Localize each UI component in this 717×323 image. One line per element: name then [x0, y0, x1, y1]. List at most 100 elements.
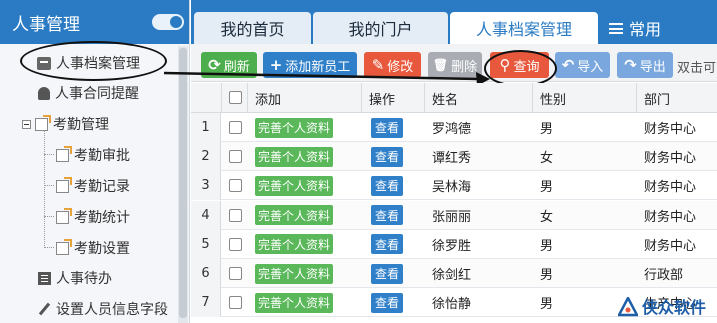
- sidebar-scrollbar-thumb[interactable]: [179, 48, 187, 318]
- complete-profile-button[interactable]: 完善个人资料: [255, 175, 334, 196]
- tab-favorites[interactable]: 常用: [609, 12, 709, 44]
- complete-profile-button[interactable]: 完善个人资料: [255, 146, 334, 167]
- column-divider: [424, 83, 425, 113]
- collapse-icon[interactable]: [22, 119, 31, 129]
- sidebar-item-label: 考勤记录: [74, 179, 130, 195]
- row-checkbox[interactable]: [229, 267, 242, 280]
- cell-name: 徐罗胜: [432, 238, 472, 254]
- column-header-action[interactable]: 操作: [369, 83, 395, 113]
- sidebar-item-label: 人事待办: [56, 271, 112, 287]
- tab-home[interactable]: 我的首页: [194, 12, 311, 44]
- export-button[interactable]: ↷ 导出: [617, 52, 673, 78]
- sidebar-item-contract-reminder[interactable]: 人事合同提醒: [38, 81, 139, 105]
- row-checkbox[interactable]: [229, 121, 242, 134]
- cell-gender: 男: [540, 297, 554, 313]
- button-label: 导出: [639, 59, 666, 75]
- bell-icon: [38, 86, 50, 100]
- table-row[interactable]: 1 完善个人资料 查看 罗鸿德 男 财务中心: [191, 113, 717, 142]
- row-checkbox[interactable]: [229, 208, 242, 222]
- doc-icon: [56, 145, 72, 162]
- cell-dept: 财务中心: [644, 209, 697, 225]
- tab-label: 人事档案管理: [475, 20, 572, 39]
- tab-personnel-archive[interactable]: 人事档案管理: [450, 12, 598, 44]
- cell-name: 徐剑红: [432, 268, 472, 283]
- tree-connector: [44, 130, 45, 248]
- button-label: 导入: [577, 59, 604, 75]
- sidebar-item-attendance-stats[interactable]: 考勤统计: [56, 205, 130, 229]
- complete-profile-button[interactable]: 完善个人资料: [255, 234, 334, 255]
- cell-gender: 男: [540, 238, 554, 254]
- row-number: 3: [191, 171, 221, 201]
- column-divider: [247, 83, 248, 113]
- row-checkbox[interactable]: [229, 179, 242, 193]
- tree-connector: [44, 185, 54, 186]
- cell-gender: 男: [540, 122, 554, 137]
- doc-icon: [56, 207, 72, 224]
- cell-dept: 财务中心: [644, 238, 697, 254]
- cell-dept: 行政部: [644, 268, 684, 283]
- view-button[interactable]: 查看: [371, 146, 404, 167]
- tab-bar: 我的首页 我的门户 人事档案管理 常用: [191, 0, 717, 44]
- import-icon: ↶: [561, 56, 575, 74]
- column-divider: [636, 83, 637, 113]
- cell-name: 吴林海: [432, 180, 472, 196]
- sidebar-item-hr-todo[interactable]: 人事待办: [38, 266, 112, 290]
- watermark: 侠众软件: [616, 294, 706, 318]
- cell-dept: 财务中心: [644, 180, 697, 196]
- view-button[interactable]: 查看: [371, 175, 404, 196]
- sidebar-item-info-fields[interactable]: 设置人员信息字段: [38, 297, 168, 321]
- complete-profile-button[interactable]: 完善个人资料: [255, 205, 334, 226]
- tree-connector: [44, 216, 54, 217]
- select-all-checkbox[interactable]: [229, 91, 242, 104]
- table-row[interactable]: 5 完善个人资料 查看 徐罗胜 男 财务中心: [191, 229, 717, 259]
- column-header-add[interactable]: 添加: [255, 83, 281, 113]
- export-icon: ↷: [624, 56, 637, 74]
- view-button[interactable]: 查看: [371, 292, 404, 313]
- row-number: 2: [191, 142, 221, 172]
- cell-name: 徐怡静: [432, 297, 472, 313]
- row-number: 6: [191, 259, 221, 288]
- cell-dept: 财务中心: [644, 151, 697, 167]
- cell-gender: 男: [540, 180, 554, 196]
- tab-label: 常用: [629, 20, 662, 39]
- cell-name: 罗鸿德: [432, 122, 472, 137]
- table-row[interactable]: 6 完善个人资料 查看 徐剑红 男 行政部: [191, 259, 717, 288]
- sidebar-item-attendance-approval[interactable]: 考勤审批: [56, 143, 130, 167]
- menu-icon: [609, 22, 623, 34]
- sidebar-item-attendance-settings[interactable]: 考勤设置: [56, 236, 130, 260]
- view-button[interactable]: 查看: [371, 263, 404, 284]
- table-row[interactable]: 4 完善个人资料 查看 张丽丽 女 财务中心: [191, 200, 717, 230]
- sidebar-item-label: 设置人员信息字段: [56, 302, 168, 318]
- view-button[interactable]: 查看: [371, 117, 404, 138]
- folder-doc-icon: [35, 114, 51, 131]
- column-header-gender[interactable]: 性别: [540, 83, 566, 113]
- view-button[interactable]: 查看: [371, 205, 404, 226]
- row-number: 7: [191, 288, 221, 318]
- list-icon: [38, 271, 51, 285]
- sidebar-title: 人事管理: [12, 14, 80, 35]
- cell-dept: 财务中心: [644, 122, 697, 137]
- sidebar-item-attendance-records[interactable]: 考勤记录: [56, 174, 130, 198]
- tab-portal[interactable]: 我的门户: [313, 12, 448, 44]
- complete-profile-button[interactable]: 完善个人资料: [255, 117, 334, 138]
- sidebar-item-label: 考勤统计: [74, 210, 130, 226]
- tree-connector: [44, 154, 54, 155]
- complete-profile-button[interactable]: 完善个人资料: [255, 263, 334, 284]
- complete-profile-button[interactable]: 完善个人资料: [255, 292, 334, 313]
- import-button[interactable]: ↶ 导入: [555, 52, 610, 78]
- sidebar-item-attendance[interactable]: 考勤管理: [22, 112, 109, 136]
- view-button[interactable]: 查看: [371, 234, 404, 255]
- tab-label: 我的门户: [348, 20, 413, 39]
- table-row[interactable]: 2 完善个人资料 查看 谭红秀 女 财务中心: [191, 142, 717, 172]
- doc-icon: [56, 176, 72, 193]
- column-divider: [221, 83, 222, 113]
- row-checkbox[interactable]: [229, 296, 242, 310]
- column-header-name[interactable]: 姓名: [432, 83, 458, 113]
- sidebar-toggle-switch[interactable]: [152, 14, 184, 30]
- row-checkbox[interactable]: [229, 150, 242, 164]
- column-header-dept[interactable]: 部门: [644, 83, 670, 113]
- table-row[interactable]: 3 完善个人资料 查看 吴林海 男 财务中心: [191, 171, 717, 201]
- row-checkbox[interactable]: [229, 237, 242, 251]
- logo-icon: [616, 295, 640, 317]
- cell-gender: 男: [540, 268, 554, 283]
